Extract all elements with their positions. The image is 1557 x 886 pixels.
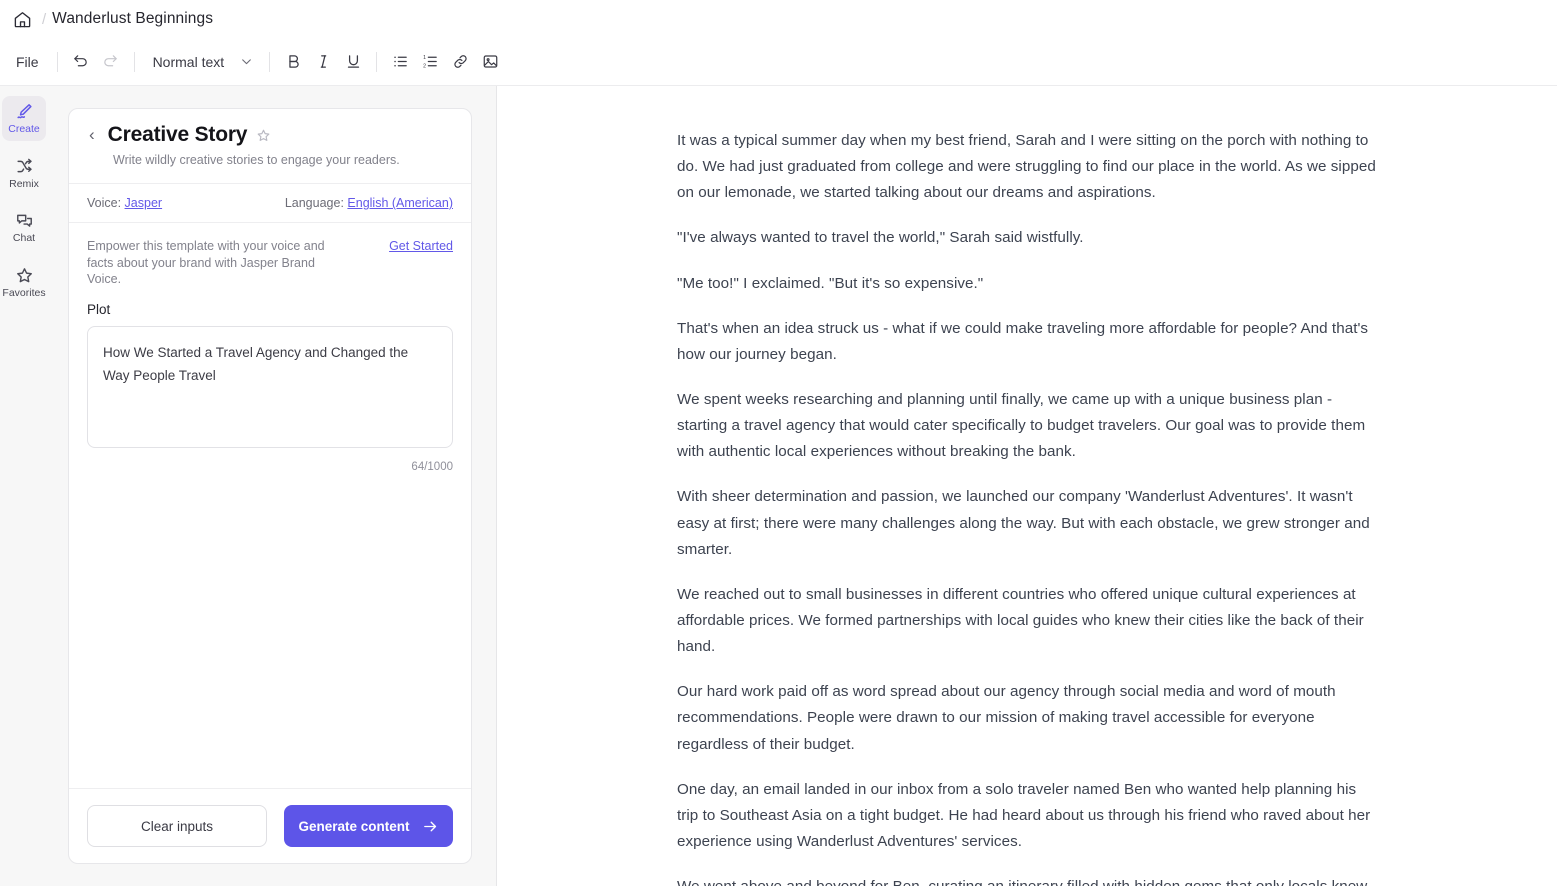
language-label: Language: [285,196,344,210]
redo-button[interactable] [96,47,126,77]
document-paragraph[interactable]: One day, an email landed in our inbox fr… [677,777,1377,855]
home-icon [13,10,32,29]
italic-button[interactable] [308,47,338,77]
template-card-header: ‹ Creative Story Write wildly creative s… [69,109,471,184]
sidebar-item-label: Create [8,124,40,136]
plot-input[interactable] [87,326,453,448]
template-card: ‹ Creative Story Write wildly creative s… [68,108,472,864]
sidebar-item-chat[interactable]: Chat [2,205,46,250]
language-setting: Language: English (American) [285,196,453,210]
left-nav-rail: Create Remix Chat [0,86,48,886]
document-paragraph[interactable]: That's when an idea struck us - what if … [677,316,1377,368]
svg-text:1: 1 [423,55,426,61]
text-style-dropdown[interactable]: Normal text [143,47,262,77]
document-title[interactable]: Wanderlust Beginnings [52,10,213,28]
template-subtitle: Write wildly creative stories to engage … [113,153,453,167]
template-card-footer: Clear inputs Generate content [69,788,471,863]
plot-field-label: Plot [87,302,453,317]
sidebar-item-create[interactable]: Create [2,96,46,141]
link-icon [452,53,469,70]
breadcrumb-separator: / [42,11,46,28]
voice-setting: Voice: Jasper [87,196,162,210]
template-panel: ‹ Creative Story Write wildly creative s… [48,86,497,886]
toolbar-divider-3 [269,52,270,72]
favorite-toggle-button[interactable] [256,128,271,143]
pen-icon [15,102,34,121]
template-meta-row: Voice: Jasper Language: English (America… [69,184,471,223]
document-editor[interactable]: It was a typical summer day when my best… [497,86,1557,886]
undo-icon [72,53,89,70]
plot-field-group: Plot 64/1000 [69,288,471,789]
document-content[interactable]: It was a typical summer day when my best… [677,128,1377,886]
editor-toolbar: File Normal text [0,38,1557,86]
undo-button[interactable] [66,47,96,77]
home-button[interactable] [6,3,38,35]
bullet-list-button[interactable] [385,47,415,77]
numbered-list-button[interactable]: 1 2 [415,47,445,77]
insert-image-button[interactable] [475,47,505,77]
shuffle-icon [15,157,34,176]
voice-value-link[interactable]: Jasper [125,196,163,210]
redo-icon [102,53,119,70]
document-paragraph[interactable]: With sheer determination and passion, we… [677,484,1377,562]
toolbar-divider-1 [57,52,58,72]
underline-button[interactable] [338,47,368,77]
toolbar-divider-4 [376,52,377,72]
file-menu-button[interactable]: File [6,47,49,77]
numbered-list-icon: 1 2 [422,53,439,70]
chat-bubbles-icon [15,211,34,230]
document-paragraph[interactable]: We spent weeks researching and planning … [677,387,1377,465]
bold-icon [285,53,302,70]
svg-text:2: 2 [423,63,426,69]
document-paragraph[interactable]: "I've always wanted to travel the world,… [677,225,1377,251]
underline-icon [345,53,362,70]
document-paragraph[interactable]: We went above and beyond for Ben, curati… [677,874,1377,886]
document-paragraph[interactable]: Our hard work paid off as word spread ab… [677,679,1377,757]
generate-content-label: Generate content [298,819,409,834]
brand-voice-promo: Empower this template with your voice an… [69,223,471,288]
top-bar: / Wanderlust Beginnings [0,0,1557,38]
plot-char-counter: 64/1000 [87,461,453,473]
generate-content-button[interactable]: Generate content [284,805,453,847]
back-button[interactable]: ‹ [87,124,99,147]
sidebar-item-remix[interactable]: Remix [2,151,46,196]
text-style-label: Normal text [153,54,225,70]
arrow-right-icon [422,818,439,835]
sidebar-item-label: Favorites [2,288,45,300]
template-title: Creative Story [108,123,248,147]
sidebar-item-label: Chat [13,233,35,245]
app-body: Create Remix Chat [0,86,1557,886]
template-title-row: ‹ Creative Story [87,123,453,147]
chevron-down-icon [240,55,253,68]
toolbar-divider-2 [134,52,135,72]
document-paragraph[interactable]: "Me too!" I exclaimed. "But it's so expe… [677,271,1377,297]
document-paragraph[interactable]: We reached out to small businesses in di… [677,582,1377,660]
insert-link-button[interactable] [445,47,475,77]
bullet-list-icon [392,53,409,70]
star-outline-icon [256,128,271,143]
star-icon [15,266,34,285]
sidebar-item-label: Remix [9,179,39,191]
document-paragraph[interactable]: It was a typical summer day when my best… [677,128,1377,206]
sidebar-item-favorites[interactable]: Favorites [2,260,46,305]
brand-voice-text: Empower this template with your voice an… [87,238,349,288]
language-value-link[interactable]: English (American) [347,196,453,210]
brand-voice-get-started-link[interactable]: Get Started [389,238,453,253]
clear-inputs-button[interactable]: Clear inputs [87,805,267,847]
bold-button[interactable] [278,47,308,77]
italic-icon [315,53,332,70]
image-icon [482,53,499,70]
voice-label: Voice: [87,196,121,210]
